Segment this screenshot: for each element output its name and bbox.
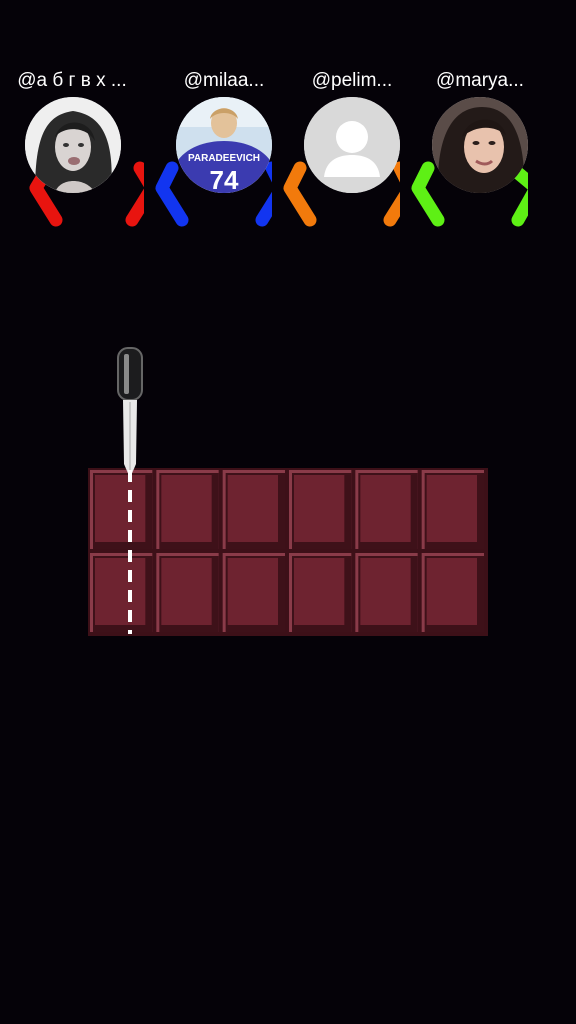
chocolate-piece[interactable] xyxy=(355,553,418,632)
woman-photo-avatar xyxy=(432,97,528,193)
chocolate-piece[interactable] xyxy=(90,553,153,632)
player-username: @а б г в х ... xyxy=(17,70,127,91)
svg-text:PARADEEVICH: PARADEEVICH xyxy=(188,153,260,164)
chocolate-piece[interactable] xyxy=(156,553,219,632)
chocolate-piece[interactable] xyxy=(421,470,484,549)
player-slot-1[interactable]: @а б г в х ... xyxy=(0,0,144,240)
chocolate-piece[interactable] xyxy=(222,470,285,549)
player-slot-2[interactable]: PARADEEVICH 74 @milaa... xyxy=(128,0,272,240)
girl-photo-avatar xyxy=(25,97,121,193)
chocolate-piece[interactable] xyxy=(355,470,418,549)
player-slot-4[interactable]: @marya... xyxy=(384,0,528,240)
chocolate-piece[interactable] xyxy=(289,553,352,632)
knife-icon[interactable] xyxy=(117,347,143,478)
chocolate-bar xyxy=(88,468,488,636)
chocolate-piece[interactable] xyxy=(90,470,153,549)
player-username: @marya... xyxy=(436,70,524,91)
player-bar: @а б г в х ... PARADEEVICH 74 @milaa... xyxy=(0,0,576,240)
chocolate-piece[interactable] xyxy=(421,553,484,632)
chocolate-piece[interactable] xyxy=(156,470,219,549)
chocolate-piece[interactable] xyxy=(222,553,285,632)
chocolate-piece[interactable] xyxy=(289,470,352,549)
player-slot-3[interactable]: @pelim... xyxy=(256,0,400,240)
svg-text:74: 74 xyxy=(210,165,239,193)
